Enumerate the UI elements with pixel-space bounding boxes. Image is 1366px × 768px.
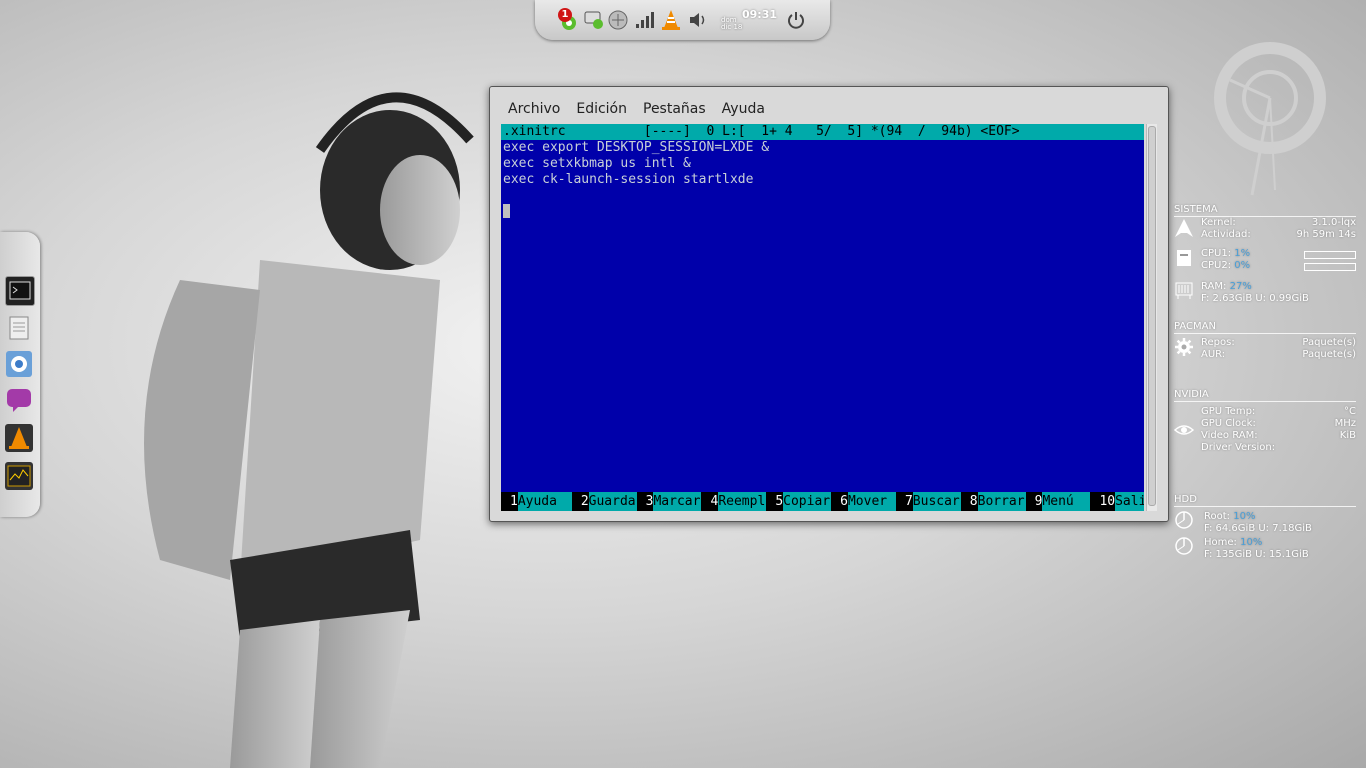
menu-pestanas[interactable]: Pestañas [635, 95, 714, 117]
menu-bar: Archivo Edición Pestañas Ayuda [500, 95, 773, 119]
code-line: exec ck-launch-session startlxde [503, 172, 754, 187]
fkey-buscar[interactable]: 7Buscar [896, 492, 961, 511]
notification-badge: 1 [558, 8, 572, 22]
text-cursor [503, 204, 510, 218]
gpu-temp-row: GPU Temp: °C [1201, 406, 1356, 417]
cpu1-bar [1304, 251, 1356, 259]
divider [1174, 401, 1356, 402]
divider [1174, 333, 1356, 334]
vlc-tray-icon[interactable] [660, 9, 682, 31]
vertical-scrollbar[interactable] [1146, 124, 1157, 511]
volume-icon[interactable] [687, 9, 709, 31]
wallpaper-figure [144, 92, 474, 768]
ram-icon [1175, 282, 1193, 299]
arch-linux-icon [1175, 219, 1193, 237]
network-manager-icon[interactable] [607, 9, 629, 31]
system-monitor-icon[interactable] [5, 462, 33, 490]
ram-detail-row: F: 2.63GiB U: 0.99GiB [1201, 293, 1309, 304]
fkey-menu[interactable]: 9Menú [1026, 492, 1091, 511]
function-key-bar: 1Ayuda 2Guarda 3Marcar 4Reempl 5Copiar 6Mover… [501, 492, 1144, 511]
divider [1174, 506, 1356, 507]
chromium-icon[interactable] [5, 350, 33, 378]
ram-row: RAM: 27% [1201, 281, 1252, 292]
code-line: exec export DESKTOP_SESSION=LXDE & [503, 140, 770, 155]
left-dock [0, 232, 40, 517]
vlc-icon[interactable] [5, 424, 33, 452]
text-editor-icon[interactable] [5, 314, 33, 342]
home-row: Home: 10% [1204, 537, 1263, 548]
home-detail-row: F: 135GiB U: 15.1GiB [1204, 549, 1309, 560]
menu-archivo[interactable]: Archivo [500, 95, 568, 117]
fkey-ayuda[interactable]: 1Ayuda [501, 492, 572, 511]
signal-icon[interactable] [633, 9, 655, 31]
fkey-borrar[interactable]: 8Borrar [961, 492, 1026, 511]
video-ram-row: Video RAM: KiB [1201, 430, 1356, 441]
clock-time[interactable]: 09:31 [742, 8, 777, 21]
cpu-icon [1177, 250, 1191, 266]
terminal-icon[interactable] [5, 276, 35, 306]
kernel-row: Kernel: 3.1.0-lqx [1201, 217, 1356, 228]
clock-date-month: dic 18 [721, 23, 743, 31]
fkey-copiar[interactable]: 5Copiar [766, 492, 832, 511]
clock-widget-decoration [1214, 42, 1326, 196]
terminal-content[interactable]: .xinitrc [----] 0 L:[ 1+ 4 5/ 5] *(94 / … [501, 124, 1144, 511]
aur-row: AUR: Paquete(s) [1201, 349, 1356, 360]
top-tray-panel [535, 0, 830, 40]
uptime-row: Actividad: 9h 59m 14s [1201, 229, 1356, 240]
disk-pie-icon [1175, 537, 1193, 555]
gear-icon [1175, 338, 1193, 356]
clock-date: dom dic 18 [721, 17, 742, 31]
fkey-reempl[interactable]: 4Reempl [701, 492, 767, 511]
fkey-salir[interactable]: 10Salir [1090, 492, 1144, 511]
section-title-sistema: SISTEMA [1174, 204, 1218, 215]
section-title-hdd: HDD [1174, 494, 1197, 505]
root-row: Root: 10% [1204, 511, 1256, 522]
driver-version-row: Driver Version: [1201, 442, 1276, 453]
terminal-window[interactable]: Archivo Edición Pestañas Ayuda .xinitrc [--… [489, 86, 1169, 522]
power-icon[interactable] [785, 9, 807, 31]
cpu2-bar [1304, 263, 1356, 271]
chat-icon[interactable] [5, 386, 33, 414]
fkey-marcar[interactable]: 3Marcar [637, 492, 702, 511]
fkey-mover[interactable]: 6Mover [831, 492, 896, 511]
fkey-guarda[interactable]: 2Guarda [572, 492, 637, 511]
repos-row: Repos: Paquete(s) [1201, 337, 1356, 348]
scrollbar-thumb[interactable] [1148, 126, 1156, 506]
root-detail-row: F: 64.6GiB U: 7.18GiB [1204, 523, 1312, 534]
section-title-nvidia: NVIDIA [1174, 389, 1209, 400]
gpu-clock-row: GPU Clock: MHz [1201, 418, 1356, 429]
code-line: exec setxkbmap us intl & [503, 156, 691, 171]
menu-edicion[interactable]: Edición [568, 95, 635, 117]
menu-ayuda[interactable]: Ayuda [714, 95, 773, 117]
section-title-pacman: PACMAN [1174, 321, 1216, 332]
disk-pie-icon [1175, 511, 1193, 529]
chat-tray-icon[interactable] [583, 9, 605, 31]
nvidia-icon [1174, 425, 1194, 435]
editor-status-line: .xinitrc [----] 0 L:[ 1+ 4 5/ 5] *(94 / … [501, 124, 1144, 140]
